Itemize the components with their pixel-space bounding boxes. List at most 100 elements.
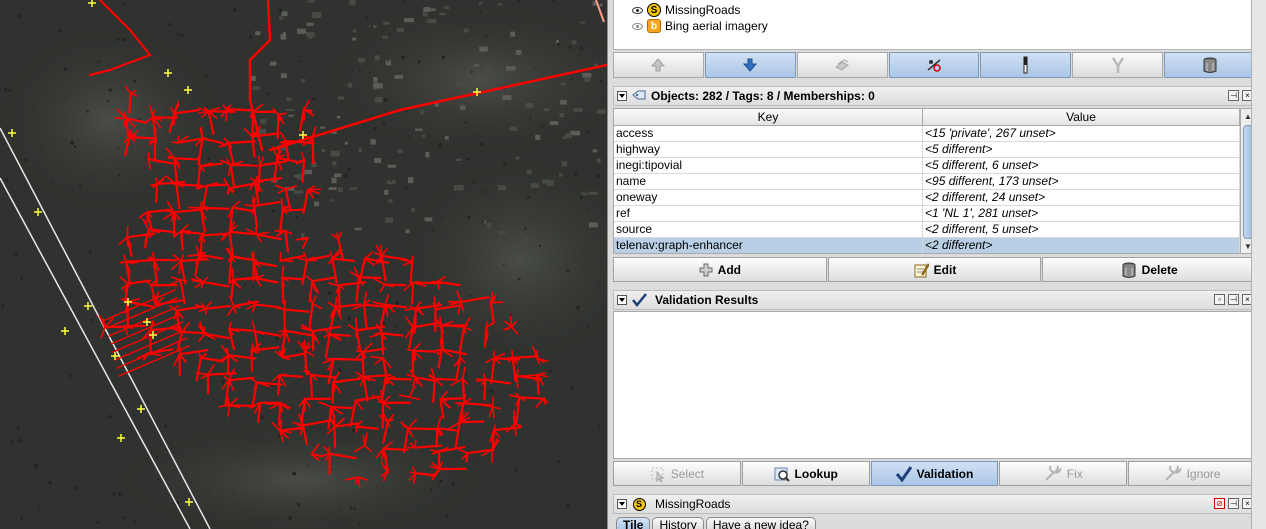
opacity-button[interactable]: [980, 52, 1072, 78]
road-segment[interactable]: [460, 300, 472, 303]
road-segment[interactable]: [227, 140, 256, 144]
road-segment[interactable]: [277, 373, 281, 396]
road-segment[interactable]: [361, 351, 365, 376]
road-segment[interactable]: [433, 377, 458, 381]
table-row[interactable]: source <2 different, 5 unset>: [614, 222, 1240, 238]
road-segment[interactable]: [283, 308, 292, 312]
road-segment[interactable]: [492, 350, 496, 359]
tag-key[interactable]: highway: [614, 142, 924, 157]
lookup-button[interactable]: Lookup: [741, 461, 870, 486]
collapse-icon[interactable]: [617, 295, 627, 305]
select-button[interactable]: Select: [613, 461, 741, 486]
road-segment[interactable]: [172, 157, 200, 161]
road-segment[interactable]: [357, 276, 382, 280]
validation-button[interactable]: Validation: [870, 461, 999, 486]
tag-value[interactable]: <1 'NL 1', 281 unset>: [923, 206, 1240, 221]
tag-key[interactable]: ref: [614, 206, 924, 221]
road-segment[interactable]: [410, 281, 415, 305]
road-segment[interactable]: [354, 399, 357, 407]
road-segment[interactable]: [258, 155, 261, 167]
tag-key[interactable]: telenav:graph-enhancer: [614, 238, 924, 253]
road-segment[interactable]: [178, 347, 182, 356]
fix-button[interactable]: Fix: [999, 461, 1128, 486]
road-segment[interactable]: [281, 265, 285, 279]
road-segment[interactable]: [332, 358, 345, 361]
road-segment[interactable]: [439, 398, 448, 402]
validation-results-list[interactable]: [613, 311, 1256, 459]
road-segment[interactable]: [485, 326, 489, 341]
pin-icon[interactable]: ⊣: [1228, 294, 1239, 305]
road-segment[interactable]: [125, 260, 139, 264]
road-segment[interactable]: [432, 377, 436, 404]
road-segment[interactable]: [189, 253, 200, 257]
road-segment[interactable]: [307, 188, 322, 191]
pin-icon[interactable]: ⊣: [1228, 90, 1239, 101]
tag-key[interactable]: access: [614, 126, 924, 141]
tag-value[interactable]: <2 different, 5 unset>: [923, 222, 1240, 237]
road-segment[interactable]: [283, 299, 287, 311]
visibility-button[interactable]: [888, 52, 980, 78]
road-segment[interactable]: [278, 373, 286, 376]
eye-icon[interactable]: [632, 6, 643, 14]
road-segment[interactable]: [276, 113, 280, 140]
road-segment[interactable]: [155, 182, 159, 204]
road-segment[interactable]: [483, 378, 487, 401]
pin-icon[interactable]: ⊣: [1228, 498, 1239, 509]
tag-key[interactable]: oneway: [614, 190, 924, 205]
ignore-button[interactable]: Ignore: [1128, 461, 1256, 486]
road-segment[interactable]: [152, 251, 155, 261]
road-segment[interactable]: [333, 425, 337, 449]
road-segment[interactable]: [244, 204, 255, 207]
road-segment[interactable]: [179, 279, 188, 282]
tag-key[interactable]: name: [614, 174, 924, 189]
road-segment[interactable]: [245, 329, 256, 333]
road-segment[interactable]: [279, 259, 294, 262]
column-header-value[interactable]: Value: [923, 109, 1240, 125]
layer-row-bing[interactable]: b Bing aerial imagery: [632, 18, 768, 34]
road-segment[interactable]: [543, 397, 546, 405]
edit-button[interactable]: Edit: [827, 257, 1042, 282]
road-segment[interactable]: [311, 137, 315, 165]
tag-value[interactable]: <2 different>: [923, 238, 1240, 253]
road-segment[interactable]: [281, 208, 306, 212]
map-canvas[interactable]: [0, 0, 607, 529]
road-segment[interactable]: [245, 277, 257, 281]
column-header-key[interactable]: Key: [614, 109, 924, 125]
road-segment[interactable]: [380, 320, 383, 335]
table-row[interactable]: oneway <2 different, 24 unset>: [614, 190, 1240, 206]
road-segment[interactable]: [511, 355, 539, 359]
road-segment[interactable]: [384, 377, 413, 381]
road-segment[interactable]: [128, 136, 156, 140]
road-segment[interactable]: [200, 127, 204, 140]
road-segment[interactable]: [172, 112, 176, 127]
road-segment[interactable]: [512, 415, 516, 425]
map-view[interactable]: [0, 0, 607, 529]
window-scrollbar[interactable]: [1251, 0, 1266, 529]
delete-layer-button[interactable]: [1164, 52, 1256, 78]
road-segment[interactable]: [380, 332, 385, 356]
road-segment[interactable]: [119, 260, 127, 264]
tag-value[interactable]: <5 different, 6 unset>: [923, 158, 1240, 173]
tag-key[interactable]: inegi:tipovial: [614, 158, 924, 173]
tag-value[interactable]: <95 different, 173 unset>: [923, 174, 1240, 189]
delete-button[interactable]: Delete: [1042, 257, 1257, 282]
activate-button[interactable]: [796, 52, 888, 78]
road-segment[interactable]: [277, 402, 282, 427]
merge-button[interactable]: [1072, 52, 1164, 78]
road-segment[interactable]: [225, 108, 228, 122]
road-segment[interactable]: [511, 349, 514, 359]
table-row[interactable]: inegi:tipovial <5 different, 6 unset>: [614, 158, 1240, 174]
eye-icon[interactable]: [632, 22, 643, 30]
road-segment[interactable]: [154, 127, 157, 142]
move-down-button[interactable]: [704, 52, 796, 78]
road-segment[interactable]: [169, 182, 178, 186]
road-segment[interactable]: [490, 301, 504, 304]
table-row[interactable]: name <95 different, 173 unset>: [614, 174, 1240, 190]
road-segment[interactable]: [200, 200, 203, 209]
table-row[interactable]: telenav:graph-enhancer <2 different>: [614, 238, 1240, 253]
road-segment[interactable]: [334, 297, 338, 308]
road-segment[interactable]: [201, 137, 209, 141]
tab-history[interactable]: History: [652, 517, 704, 529]
table-row[interactable]: highway <5 different>: [614, 142, 1240, 158]
table-row[interactable]: ref <1 'NL 1', 281 unset>: [614, 206, 1240, 222]
